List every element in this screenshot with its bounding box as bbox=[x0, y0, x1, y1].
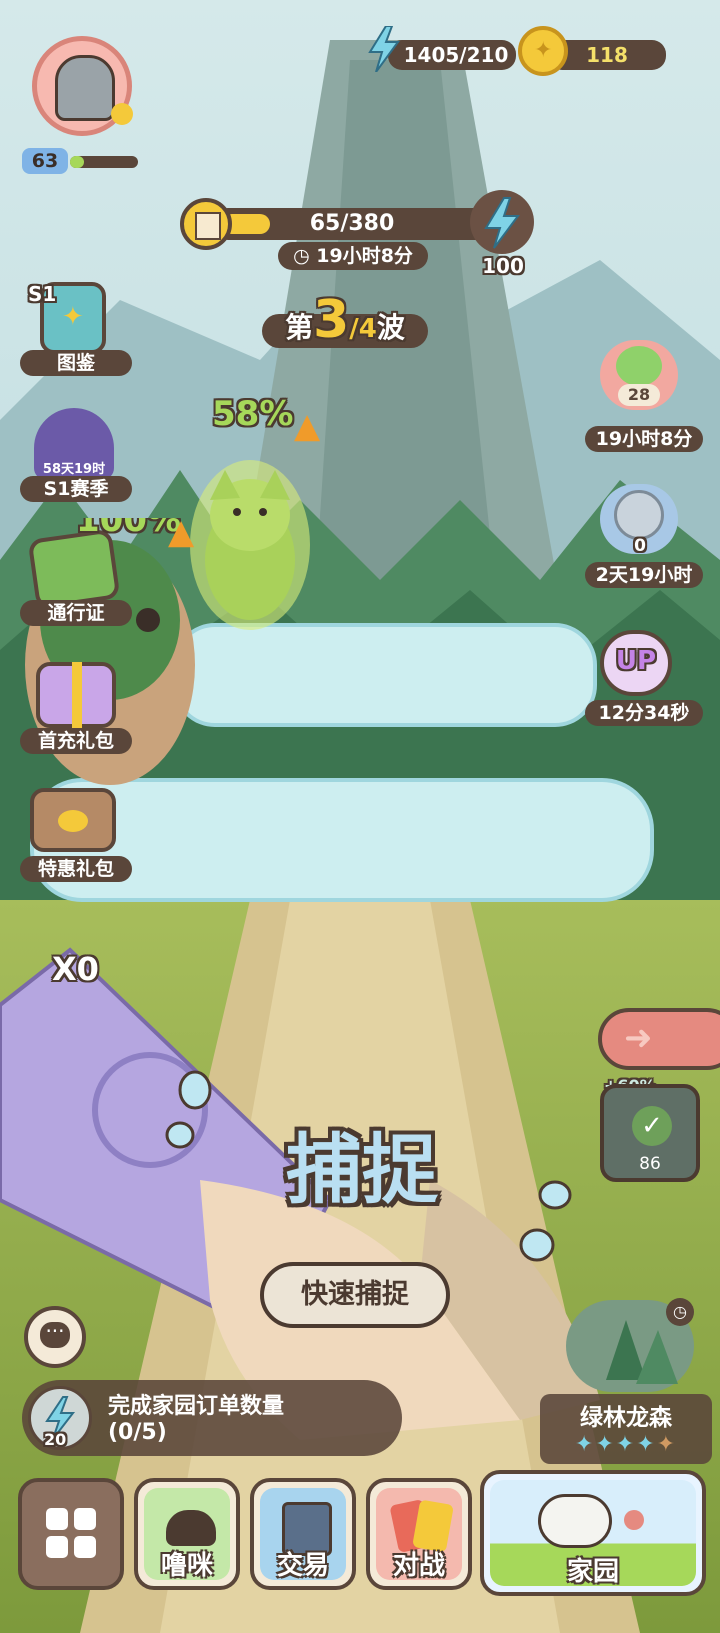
first-recharge-label[interactable]: 首充礼包 bbox=[20, 728, 132, 754]
menu-grid-button[interactable] bbox=[18, 1478, 124, 1590]
xp-bar bbox=[70, 156, 138, 168]
clover-event-timer[interactable]: 19小时8分 bbox=[585, 426, 703, 452]
energy-display[interactable]: 1405/210 bbox=[388, 40, 516, 70]
chat-bubble-icon: ··· bbox=[40, 1321, 70, 1348]
task-title: 完成家园订单数量 bbox=[108, 1394, 285, 1419]
pet-bonus-percent-1: 58% bbox=[212, 394, 294, 434]
quick-capture-button[interactable]: 快速捕捉 bbox=[260, 1262, 450, 1328]
silver-coin-event-timer[interactable]: 2天19小时 bbox=[585, 562, 703, 588]
special-offer-chest-icon[interactable] bbox=[30, 788, 116, 852]
nav-trade-label: 交易 bbox=[276, 1551, 329, 1581]
up-boost-timer[interactable]: 12分34秒 bbox=[585, 700, 703, 726]
nav-trade-button[interactable]: 交易 bbox=[250, 1478, 356, 1590]
wave-reward-timer-text: 19小时8分 bbox=[316, 245, 413, 267]
card-multiplier: X0 bbox=[52, 950, 99, 988]
knight-helmet-icon bbox=[55, 55, 115, 121]
capture-item-slot[interactable]: ✓ 86 bbox=[600, 1084, 700, 1182]
nav-pet-button[interactable]: 噜咪 bbox=[134, 1478, 240, 1590]
nav-pet-label: 噜咪 bbox=[160, 1551, 213, 1581]
collection-label[interactable]: 图鉴 bbox=[20, 350, 132, 376]
wave-total: /4 bbox=[349, 314, 377, 344]
task-progress: (0/5) bbox=[108, 1420, 167, 1445]
wave-prefix: 第 bbox=[285, 311, 314, 344]
season-time-badge: 58天19时 bbox=[42, 462, 106, 477]
special-offer-label[interactable]: 特惠礼包 bbox=[20, 856, 132, 882]
xp-bar-fill bbox=[70, 156, 84, 168]
leaf-badge-icon bbox=[111, 103, 133, 125]
area-info-icon[interactable]: ◷ bbox=[666, 1298, 694, 1326]
nav-battle-label: 对战 bbox=[392, 1551, 445, 1581]
wave-text: 第3/4波 bbox=[262, 290, 428, 350]
collection-season-badge: S1 bbox=[28, 282, 57, 306]
player-avatar[interactable] bbox=[32, 36, 133, 136]
running-person-icon: ➜ bbox=[624, 1018, 653, 1058]
flee-button[interactable]: ➜ bbox=[598, 1008, 720, 1070]
star-icon: ✦✦✦✦ bbox=[574, 1432, 657, 1457]
nav-home-button[interactable]: 家园 bbox=[480, 1470, 706, 1596]
wave-reward-bar: 65/380 bbox=[212, 208, 492, 240]
up-boost-event-icon[interactable]: UP bbox=[600, 630, 672, 696]
area-panel[interactable]: 绿林龙森 ✦✦✦✦✦ bbox=[540, 1394, 712, 1464]
task-reward-amount: 20 bbox=[44, 1430, 67, 1449]
energy-bolt-icon bbox=[368, 25, 400, 73]
task-panel[interactable]: 20 完成家园订单数量 (0/5) bbox=[22, 1380, 402, 1456]
wave-reward-card-icon[interactable] bbox=[180, 198, 232, 250]
clover-count: 28 bbox=[618, 384, 660, 406]
wave-energy-reward: 100 bbox=[482, 254, 524, 278]
wave-current: 3 bbox=[313, 290, 350, 350]
clock-icon: ◷ bbox=[293, 245, 317, 267]
check-leaf-icon: ✓ bbox=[632, 1106, 672, 1146]
coin-icon: ✦ bbox=[518, 26, 568, 76]
wave-reward-progress: 65/380 bbox=[309, 211, 395, 236]
level-badge: 63 bbox=[22, 148, 68, 174]
item-count: 86 bbox=[639, 1154, 661, 1174]
up-arrow-icon: ▲ bbox=[294, 406, 321, 446]
chat-button[interactable]: ··· bbox=[24, 1306, 86, 1368]
nav-battle-button[interactable]: 对战 bbox=[366, 1478, 472, 1590]
wave-suffix: 波 bbox=[376, 311, 405, 344]
star-empty-icon: ✦ bbox=[656, 1432, 678, 1457]
up-badge: UP bbox=[615, 646, 657, 676]
capture-button[interactable]: 捕捉 bbox=[262, 1120, 462, 1220]
area-name: 绿林龙森 bbox=[580, 1405, 672, 1431]
wave-energy-reward-icon[interactable] bbox=[470, 190, 534, 254]
nav-home-label: 家园 bbox=[566, 1557, 619, 1587]
wave-reward-timer: ◷ 19小时8分 bbox=[278, 242, 428, 270]
season-label[interactable]: S1赛季 bbox=[20, 476, 132, 502]
silver-coin-count: 0 bbox=[634, 536, 646, 556]
up-arrow-icon-2: ▲ bbox=[168, 512, 195, 552]
area-stars: ✦✦✦✦✦ bbox=[540, 1432, 712, 1457]
first-recharge-gift-icon[interactable] bbox=[36, 662, 116, 728]
grid-icon bbox=[46, 1508, 96, 1558]
battle-pass-icon[interactable] bbox=[27, 528, 121, 610]
battle-pass-label[interactable]: 通行证 bbox=[20, 600, 132, 626]
